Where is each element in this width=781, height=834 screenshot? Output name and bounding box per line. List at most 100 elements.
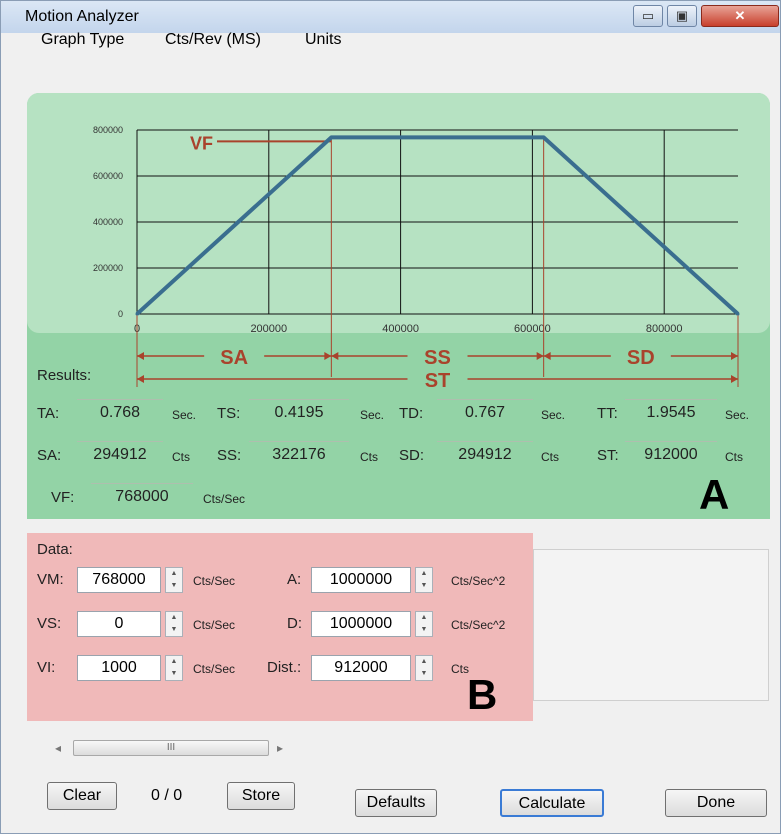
dist-spinner[interactable]: ▲ ▼ [415, 655, 433, 681]
sd-arrow-right [731, 352, 738, 360]
d-label: D: [287, 615, 302, 632]
vf-label: VF: [51, 489, 75, 506]
x-tick-label-4: 800000 [646, 323, 683, 335]
ts-label: TS: [217, 405, 241, 422]
tt-value: 1.9545 [625, 399, 717, 424]
ss-unit: Cts [360, 450, 378, 464]
vf-annotation: VF [190, 133, 213, 153]
tt-label: TT: [597, 405, 618, 422]
st-unit: Cts [725, 450, 743, 464]
x-tick-label-2: 400000 [382, 323, 419, 335]
clear-button[interactable]: Clear [47, 782, 117, 810]
sd-annotation: SD [627, 347, 655, 369]
results-panel: 0200000400000600000800000020000040000060… [27, 93, 770, 519]
ss-label: SS: [217, 447, 242, 464]
ts-unit: Sec. [360, 408, 385, 422]
profile-point-1 [329, 135, 333, 139]
st-arrow-left [137, 375, 144, 383]
data-label: Data: [37, 541, 73, 558]
data-panel: Data: VM: 768000 ▲ ▼ Cts/Sec VS: 0 ▲ ▼ Cts… [27, 533, 533, 721]
ss-annotation: SS [424, 347, 451, 369]
panel-b-letter: B [467, 671, 498, 718]
vi-input[interactable]: 1000 [77, 655, 161, 681]
motion-analyzer-window: Motion Analyzer ▭ ▣ ✕ Graph Type Cts/Rev… [0, 0, 781, 834]
vf-value: 768000 [91, 483, 193, 508]
ta-value: 0.768 [77, 399, 163, 424]
sd-label: SD: [399, 447, 425, 464]
maximize-button[interactable]: ▣ [667, 5, 697, 27]
window-title: Motion Analyzer [25, 8, 139, 25]
sa-arrow-left [137, 352, 144, 360]
x-tick-label-1: 200000 [250, 323, 287, 335]
dist-input[interactable]: 912000 [311, 655, 411, 681]
sd-value: 294912 [437, 441, 533, 466]
y-tick-label-2: 400000 [93, 217, 123, 227]
defaults-button[interactable]: Defaults [355, 789, 437, 817]
done-button[interactable]: Done [665, 789, 767, 817]
ta-unit: Sec. [172, 408, 197, 422]
profile-point-2 [542, 135, 546, 139]
scroll-right-arrow[interactable]: ▸ [277, 741, 283, 755]
sd-unit: Cts [541, 450, 559, 464]
a-spinner[interactable]: ▲ ▼ [415, 567, 433, 593]
sa-unit: Cts [172, 450, 190, 464]
menu-graph-type[interactable]: Graph Type [41, 31, 124, 49]
store-button[interactable]: Store [227, 782, 295, 810]
panel-a-letter: A [699, 471, 730, 518]
profile-point-3 [736, 312, 740, 316]
td-label: TD: [399, 405, 424, 422]
vm-input[interactable]: 768000 [77, 567, 161, 593]
vf-unit: Cts/Sec [203, 492, 246, 506]
ta-label: TA: [37, 405, 60, 422]
d-unit: Cts/Sec^2 [451, 618, 506, 632]
y-tick-label-1: 200000 [93, 263, 123, 273]
close-button[interactable]: ✕ [701, 5, 779, 27]
vi-unit: Cts/Sec [193, 662, 236, 676]
scroll-left-arrow[interactable]: ◂ [55, 741, 61, 755]
vm-spinner[interactable]: ▲ ▼ [165, 567, 183, 593]
vs-label: VS: [37, 615, 62, 632]
menu-cts-rev[interactable]: Cts/Rev (MS) [165, 31, 261, 49]
scroll-thumb[interactable]: III [73, 740, 269, 756]
profile-point-0 [135, 312, 139, 316]
d-input[interactable]: 1000000 [311, 611, 411, 637]
td-value: 0.767 [437, 399, 533, 424]
sa-arrow-right [324, 352, 332, 360]
a-label: A: [287, 571, 302, 588]
y-tick-label-0: 0 [118, 309, 123, 319]
vi-spinner[interactable]: ▲ ▼ [165, 655, 183, 681]
y-tick-label-3: 600000 [93, 171, 123, 181]
title-bar: Motion Analyzer ▭ ▣ ✕ [1, 1, 780, 33]
a-unit: Cts/Sec^2 [451, 574, 506, 588]
data-side-area [533, 549, 769, 701]
a-input[interactable]: 1000000 [311, 567, 411, 593]
d-spinner[interactable]: ▲ ▼ [415, 611, 433, 637]
dist-label: Dist.: [267, 659, 302, 676]
vm-label: VM: [37, 571, 64, 588]
vs-unit: Cts/Sec [193, 618, 236, 632]
sd-arrow-left [543, 352, 551, 360]
st-arrow-right [731, 375, 738, 383]
vs-spinner[interactable]: ▲ ▼ [165, 611, 183, 637]
x-tick-label-3: 600000 [514, 323, 551, 335]
tt-unit: Sec. [725, 408, 750, 422]
calculate-button[interactable]: Calculate [500, 789, 604, 817]
minimize-button[interactable]: ▭ [633, 5, 663, 27]
st-annotation: ST [425, 370, 451, 392]
ss-arrow-right [536, 352, 544, 360]
velocity-profile-line [135, 135, 740, 316]
horizontal-scrollbar[interactable]: ◂ III ▸ [51, 739, 291, 759]
y-tick-label-4: 800000 [93, 125, 123, 135]
st-value: 912000 [625, 441, 717, 466]
ss-arrow-left [331, 352, 339, 360]
sa-annotation: SA [220, 347, 248, 369]
ss-value: 322176 [249, 441, 349, 466]
vm-unit: Cts/Sec [193, 574, 236, 588]
record-counter: 0 / 0 [151, 787, 183, 804]
vi-label: VI: [37, 659, 56, 676]
vs-input[interactable]: 0 [77, 611, 161, 637]
st-label: ST: [597, 447, 619, 464]
menu-units[interactable]: Units [305, 31, 341, 49]
results-label: Results: [37, 367, 92, 384]
sa-value: 294912 [77, 441, 163, 466]
